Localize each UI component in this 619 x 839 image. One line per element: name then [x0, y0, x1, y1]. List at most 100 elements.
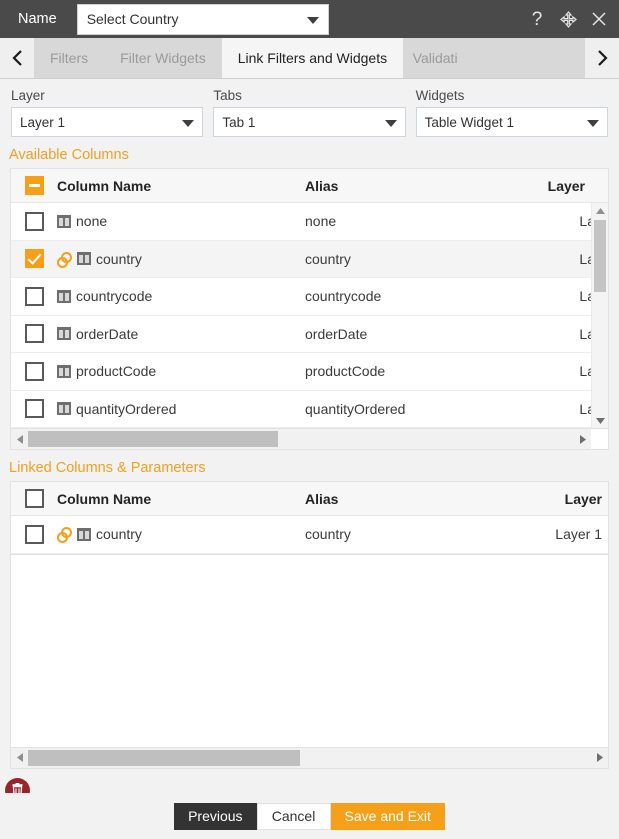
- row-checkbox[interactable]: [25, 212, 44, 231]
- move-arrows-icon[interactable]: [558, 8, 578, 30]
- column-icon: [57, 290, 71, 303]
- horizontal-scroll-thumb[interactable]: [28, 750, 300, 766]
- tab-validation[interactable]: Validati: [403, 38, 467, 78]
- chevron-down-icon: [587, 120, 599, 127]
- chevron-right-icon[interactable]: [585, 38, 619, 78]
- save-and-exit-button[interactable]: Save and Exit: [331, 803, 445, 830]
- horizontal-scroll-thumb[interactable]: [28, 431, 278, 447]
- table-row[interactable]: countrycode countrycode Lay: [11, 278, 608, 316]
- row-check-cell: [11, 287, 57, 306]
- header-layer: Layer: [501, 178, 591, 194]
- table-row[interactable]: country country Lay: [11, 241, 608, 279]
- row-column-name: productCode: [76, 363, 156, 379]
- row-check-cell: [11, 212, 57, 231]
- header-column-name: Column Name: [57, 491, 305, 507]
- table-row[interactable]: quantityOrdered quantityOrdered Lay: [11, 391, 608, 429]
- row-checkbox[interactable]: [25, 399, 44, 418]
- horizontal-scroll-track[interactable]: [28, 429, 574, 449]
- tab-strip: Filters Filter Widgets Link Filters and …: [0, 38, 619, 79]
- tab-filter-widgets[interactable]: Filter Widgets: [104, 38, 222, 78]
- layer-select-value: Layer 1: [20, 115, 65, 130]
- dialog-body: Layer Layer 1 Tabs Tab 1 Widgets Table W…: [0, 79, 619, 839]
- question-mark-icon[interactable]: ?: [527, 8, 547, 30]
- widgets-select[interactable]: Table Widget 1: [416, 107, 608, 137]
- chevron-down-icon: [307, 17, 319, 24]
- row-alias: countrycode: [305, 288, 501, 304]
- select-all-cell: [11, 176, 57, 195]
- row-alias: quantityOrdered: [305, 401, 501, 417]
- close-x-icon[interactable]: [589, 8, 609, 30]
- scroll-down-icon[interactable]: [592, 413, 608, 428]
- selector-row: Layer Layer 1 Tabs Tab 1 Widgets Table W…: [0, 79, 619, 137]
- column-icon: [57, 215, 71, 228]
- row-alias: country: [305, 251, 501, 267]
- tabs-select[interactable]: Tab 1: [213, 107, 405, 137]
- row-layer: Layer 1: [501, 526, 608, 542]
- available-vertical-scrollbar[interactable]: [591, 203, 608, 428]
- row-checkbox[interactable]: [25, 362, 44, 381]
- linked-columns-rows: country country Layer 1: [11, 516, 608, 554]
- tab-label: Filters: [50, 50, 88, 66]
- linked-columns-header-row: Column Name Alias Layer: [11, 482, 608, 516]
- row-check-cell: [11, 324, 57, 343]
- name-select-value: Select Country: [87, 11, 179, 27]
- column-icon: [77, 252, 91, 265]
- column-icon: [57, 365, 71, 378]
- chevron-left-icon[interactable]: [0, 38, 34, 78]
- tab-filters[interactable]: Filters: [34, 38, 104, 78]
- row-column-name: none: [76, 213, 107, 229]
- row-name-cell: quantityOrdered: [57, 401, 305, 417]
- row-check-cell: [11, 249, 57, 268]
- cancel-button[interactable]: Cancel: [257, 803, 331, 830]
- linked-horizontal-scrollbar[interactable]: [10, 748, 609, 769]
- row-alias: country: [305, 526, 501, 542]
- table-row[interactable]: productCode productCode Lay: [11, 353, 608, 391]
- horizontal-scroll-track[interactable]: [28, 748, 591, 768]
- dialog-footer: Previous Cancel Save and Exit: [0, 793, 619, 839]
- layer-select[interactable]: Layer 1: [11, 107, 203, 137]
- scroll-left-icon[interactable]: [11, 434, 28, 445]
- table-row[interactable]: orderDate orderDate Lay: [11, 316, 608, 354]
- row-check-cell: [11, 362, 57, 381]
- name-select-dropdown[interactable]: Select Country: [77, 4, 329, 35]
- linked-select-all-cell: [11, 489, 57, 508]
- row-column-name: country: [96, 526, 142, 542]
- row-name-cell: none: [57, 213, 305, 229]
- titlebar-controls: ?: [527, 8, 609, 30]
- scroll-right-icon[interactable]: [574, 434, 591, 445]
- row-column-name: orderDate: [76, 326, 138, 342]
- tab-label: Link Filters and Widgets: [238, 50, 387, 66]
- vertical-scroll-thumb[interactable]: [594, 220, 606, 292]
- row-alias: productCode: [305, 363, 501, 379]
- available-horizontal-scrollbar[interactable]: [10, 429, 609, 450]
- linked-columns-table: Column Name Alias Layer country country …: [10, 481, 609, 555]
- dialog-titlebar: Name Select Country ?: [0, 0, 619, 38]
- row-name-cell: orderDate: [57, 326, 305, 342]
- scroll-up-icon[interactable]: [592, 203, 608, 218]
- widgets-selector-group: Widgets Table Widget 1: [416, 88, 608, 137]
- row-checkbox[interactable]: [25, 249, 44, 268]
- column-icon: [57, 402, 71, 415]
- linked-select-all-checkbox[interactable]: [25, 489, 44, 508]
- link-icon: [57, 252, 72, 266]
- tab-link-filters-and-widgets[interactable]: Link Filters and Widgets: [222, 38, 403, 78]
- widgets-select-value: Table Widget 1: [425, 115, 514, 130]
- select-all-checkbox[interactable]: [25, 176, 44, 195]
- row-checkbox[interactable]: [25, 525, 44, 544]
- table-row[interactable]: country country Layer 1: [11, 516, 608, 554]
- widgets-label: Widgets: [416, 88, 608, 103]
- row-checkbox[interactable]: [25, 287, 44, 306]
- scroll-left-icon[interactable]: [11, 752, 28, 763]
- row-name-cell: productCode: [57, 363, 305, 379]
- linked-columns-title: Linked Columns & Parameters: [0, 450, 619, 481]
- previous-button[interactable]: Previous: [174, 803, 256, 830]
- header-layer: Layer: [501, 491, 608, 507]
- table-row[interactable]: none none Lay: [11, 203, 608, 241]
- tabs-select-value: Tab 1: [222, 115, 255, 130]
- chevron-down-icon: [182, 120, 194, 127]
- row-checkbox[interactable]: [25, 324, 44, 343]
- header-alias: Alias: [305, 491, 501, 507]
- header-alias: Alias: [305, 178, 501, 194]
- scroll-right-icon[interactable]: [591, 752, 608, 763]
- available-columns-title: Available Columns: [0, 137, 619, 168]
